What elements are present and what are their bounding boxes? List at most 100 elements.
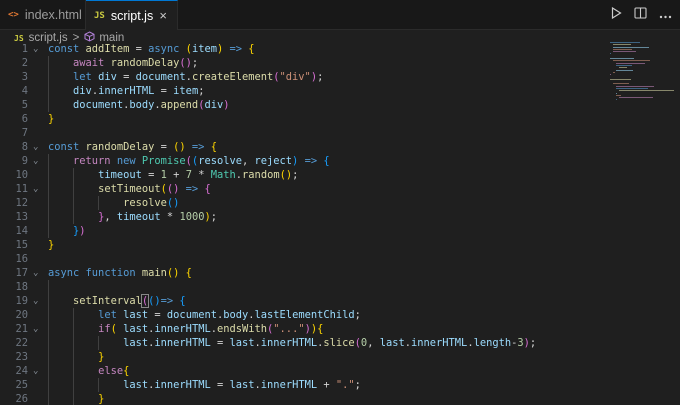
code-token: random <box>242 169 280 181</box>
code-token: let <box>73 71 99 83</box>
line-number: 1 <box>21 43 28 55</box>
line-number: 20 <box>15 309 28 321</box>
code-line[interactable]: 8 ⌄ const randomDelay = () => { <box>0 140 680 154</box>
tab-index-html[interactable]: <> index.html <box>0 0 86 29</box>
fold-chevron-icon[interactable]: ⌄ <box>33 140 38 154</box>
code-line[interactable]: 14}) <box>0 224 680 238</box>
code-text: setInterval(()=> { <box>73 294 186 308</box>
code-token: , <box>367 337 380 349</box>
indent-guide <box>48 336 49 350</box>
minimap[interactable] <box>610 42 674 102</box>
code-token: => <box>223 43 249 55</box>
code-line[interactable]: 7 <box>0 126 680 140</box>
more-icon[interactable] <box>659 7 672 22</box>
minimap-line <box>616 64 633 66</box>
code-token: let <box>98 309 124 321</box>
code-token: if <box>98 323 111 335</box>
code-line[interactable]: 24 ⌄ else{ <box>0 364 680 378</box>
code-token: last <box>229 379 255 391</box>
js-file-icon: JS <box>94 10 105 21</box>
code-line[interactable]: 3 let div = document.createElement("div")… <box>0 70 680 84</box>
code-token: () <box>179 57 192 69</box>
code-token: "div" <box>279 71 311 83</box>
minimap-line <box>613 44 631 46</box>
code-text: div.innerHTML = item; <box>73 84 204 98</box>
code-line[interactable]: 26} <box>0 392 680 405</box>
code-token: = <box>210 379 230 391</box>
code-token: innerHTML <box>260 337 318 349</box>
code-token: } <box>48 113 55 125</box>
code-line[interactable]: 16 <box>0 252 680 266</box>
code-text: let last = document.body.lastElementChil… <box>98 308 361 322</box>
fold-chevron-icon[interactable]: ⌄ <box>33 322 38 336</box>
code-token: ( <box>110 323 124 335</box>
indent-guide <box>48 56 49 70</box>
minimap-line <box>616 94 621 96</box>
code-token: innerHTML <box>154 379 211 391</box>
code-line[interactable]: 22 last.innerHTML = last.innerHTML.slice(… <box>0 336 680 350</box>
code-token: ; <box>317 71 324 83</box>
code-line[interactable]: 19 ⌄ setInterval(()=> { <box>0 294 680 308</box>
indent-guide <box>48 364 49 378</box>
minimap-line <box>610 42 640 43</box>
code-token: randomDelay <box>110 57 180 69</box>
code-line[interactable]: 12 resolve() <box>0 196 680 210</box>
code-line[interactable]: 23} <box>0 350 680 364</box>
code-token: last <box>123 379 149 391</box>
code-line[interactable]: 25 last.innerHTML = last.innerHTML + "."; <box>0 378 680 392</box>
code-line[interactable]: 4 div.innerHTML = item; <box>0 84 680 98</box>
minimap-line <box>613 71 615 73</box>
minimap-line <box>613 46 649 48</box>
code-token: createElement <box>191 71 274 83</box>
code-line[interactable]: 21 ⌄ if( last.innerHTML.endsWith("...")){ <box>0 322 680 336</box>
indent-guide <box>48 98 49 112</box>
line-number: 8 <box>21 141 28 153</box>
code-text: const addItem = async (item) => { <box>48 42 255 56</box>
tab-script-js[interactable]: JS script.js × <box>86 0 178 30</box>
code-token: , <box>241 155 255 167</box>
run-icon[interactable] <box>611 6 622 22</box>
code-token: last <box>123 337 149 349</box>
code-line[interactable]: 18 <box>0 280 680 294</box>
code-line[interactable]: 13}, timeout * 1000); <box>0 210 680 224</box>
code-line[interactable]: 15} <box>0 238 680 252</box>
code-line[interactable]: 20 let last = document.body.lastElementCh… <box>0 308 680 322</box>
code-line[interactable]: 1 ⌄ const addItem = async (item) => { <box>0 42 680 56</box>
code-token: body <box>223 309 249 321</box>
indent-guide <box>48 70 49 84</box>
minimap-line <box>616 92 617 94</box>
code-token: addItem <box>85 43 130 55</box>
code-editor[interactable]: 1 ⌄ const addItem = async (item) => {2 awai… <box>0 42 680 405</box>
fold-chevron-icon[interactable]: ⌄ <box>33 266 38 280</box>
code-line[interactable]: 10 timeout = 1 + 7 * Math.random(); <box>0 168 680 182</box>
fold-chevron-icon[interactable]: ⌄ <box>33 154 38 168</box>
code-text: } <box>48 238 54 252</box>
line-number: 9 <box>21 155 28 167</box>
code-line[interactable]: 2 await randomDelay(); <box>0 56 680 70</box>
indent-guide <box>73 336 75 350</box>
line-number: 23 <box>15 351 28 363</box>
split-editor-icon[interactable] <box>634 7 647 22</box>
minimap-line <box>610 53 611 55</box>
line-number: 6 <box>21 113 28 125</box>
code-token: async <box>48 267 86 279</box>
fold-chevron-icon[interactable]: ⌄ <box>33 294 38 308</box>
code-line[interactable]: 9 ⌄ return new Promise((resolve, reject) =… <box>0 154 680 168</box>
indent-guide <box>48 84 49 98</box>
code-line[interactable]: 17 ⌄ async function main() { <box>0 266 680 280</box>
fold-chevron-icon[interactable]: ⌄ <box>33 182 38 196</box>
code-token: slice <box>323 337 355 349</box>
code-line[interactable]: 11 ⌄ setTimeout(() => { <box>0 182 680 196</box>
minimap-line <box>619 67 628 69</box>
fold-chevron-icon[interactable]: ⌄ <box>33 364 38 378</box>
code-text: async function main() { <box>48 266 192 280</box>
close-icon[interactable]: × <box>159 8 167 23</box>
minimap-line <box>613 60 650 62</box>
fold-chevron-icon[interactable]: ⌄ <box>33 42 38 56</box>
indent-guide <box>73 210 75 224</box>
code-token: length <box>473 337 512 349</box>
code-line[interactable]: 6} <box>0 112 680 126</box>
line-number: 21 <box>15 323 28 335</box>
code-line[interactable]: 5 document.body.append(div) <box>0 98 680 112</box>
code-token: else <box>98 365 124 377</box>
